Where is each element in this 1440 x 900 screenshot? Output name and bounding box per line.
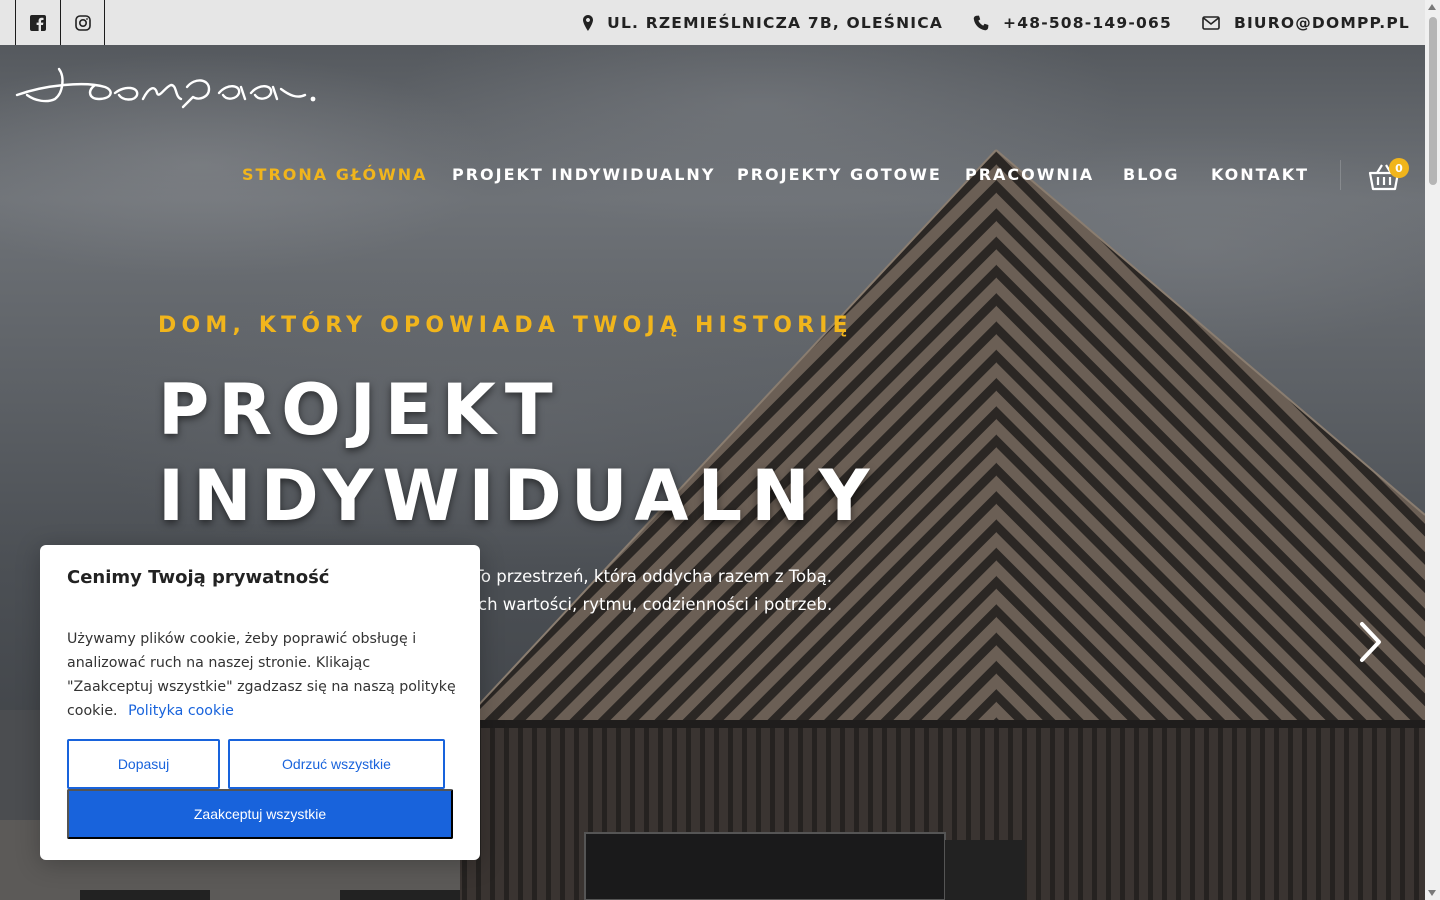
envelope-icon	[1202, 15, 1220, 30]
instagram-icon	[74, 14, 91, 31]
social-links	[15, 0, 105, 45]
facebook-link[interactable]	[15, 0, 60, 45]
main-navigation: STRONA GŁÓWNA PROJEKT INDYWIDUALNY PROJE…	[0, 160, 1425, 190]
cookie-text: Używamy plików cookie, żeby poprawić obs…	[67, 627, 459, 723]
cookie-accept-all-button[interactable]: Zaakceptuj wszystkie	[67, 789, 453, 839]
page-scrollbar[interactable]	[1425, 0, 1440, 900]
site-logo[interactable]	[15, 67, 317, 109]
slider-next-arrow-icon[interactable]	[1355, 620, 1385, 664]
nav-item-contact[interactable]: KONTAKT	[1211, 165, 1309, 184]
nav-item-studio[interactable]: PRACOWNIA	[965, 165, 1094, 184]
address-text: UL. RZEMIEŚLNICZA 7B, OLEŚNICA	[607, 13, 944, 32]
top-bar: UL. RZEMIEŚLNICZA 7B, OLEŚNICA +48-508-1…	[0, 0, 1425, 45]
cookie-description: Używamy plików cookie, żeby poprawić obs…	[67, 631, 456, 719]
email-text[interactable]: BIURO@DOMPP.PL	[1234, 14, 1410, 32]
contact-info: UL. RZEMIEŚLNICZA 7B, OLEŚNICA +48-508-1…	[553, 14, 1410, 32]
hero-title-line-1: PROJEKT	[158, 369, 562, 451]
cookie-customize-button[interactable]: Dopasuj	[67, 739, 220, 789]
hero-title: PROJEKT INDYWIDUALNY	[158, 367, 878, 539]
contact-address: UL. RZEMIEŚLNICZA 7B, OLEŚNICA	[583, 14, 943, 32]
map-marker-icon	[583, 14, 594, 31]
cookie-policy-link[interactable]: Polityka cookie	[128, 703, 234, 719]
phone-text[interactable]: +48-508-149-065	[1003, 14, 1172, 32]
cookie-consent-dialog: Cenimy Twoją prywatność Używamy plików c…	[40, 545, 480, 860]
contact-email[interactable]: BIURO@DOMPP.PL	[1202, 14, 1410, 32]
cart-count-badge: 0	[1389, 158, 1409, 178]
nav-item-ready-projects[interactable]: PROJEKTY GOTOWE	[737, 165, 942, 184]
scroll-up-arrow-icon[interactable]	[1428, 4, 1436, 10]
facebook-icon	[30, 14, 46, 31]
nav-divider	[1340, 160, 1341, 190]
cookie-reject-all-button[interactable]: Odrzuć wszystkie	[228, 739, 445, 789]
hero-title-line-2: INDYWIDUALNY	[158, 455, 879, 537]
nav-item-home[interactable]: STRONA GŁÓWNA	[242, 165, 428, 184]
instagram-link[interactable]	[60, 0, 105, 45]
cookie-title: Cenimy Twoją prywatność	[67, 567, 330, 588]
contact-phone[interactable]: +48-508-149-065	[973, 14, 1172, 32]
nav-item-blog[interactable]: BLOG	[1123, 165, 1180, 184]
scrollbar-thumb[interactable]	[1429, 17, 1437, 185]
hero-kicker: DOM, KTÓRY OPOWIADA TWOJĄ HISTORIĘ	[158, 313, 853, 338]
phone-icon	[973, 15, 989, 30]
nav-item-individual-project[interactable]: PROJEKT INDYWIDUALNY	[452, 165, 715, 184]
scroll-down-arrow-icon[interactable]	[1428, 890, 1436, 896]
